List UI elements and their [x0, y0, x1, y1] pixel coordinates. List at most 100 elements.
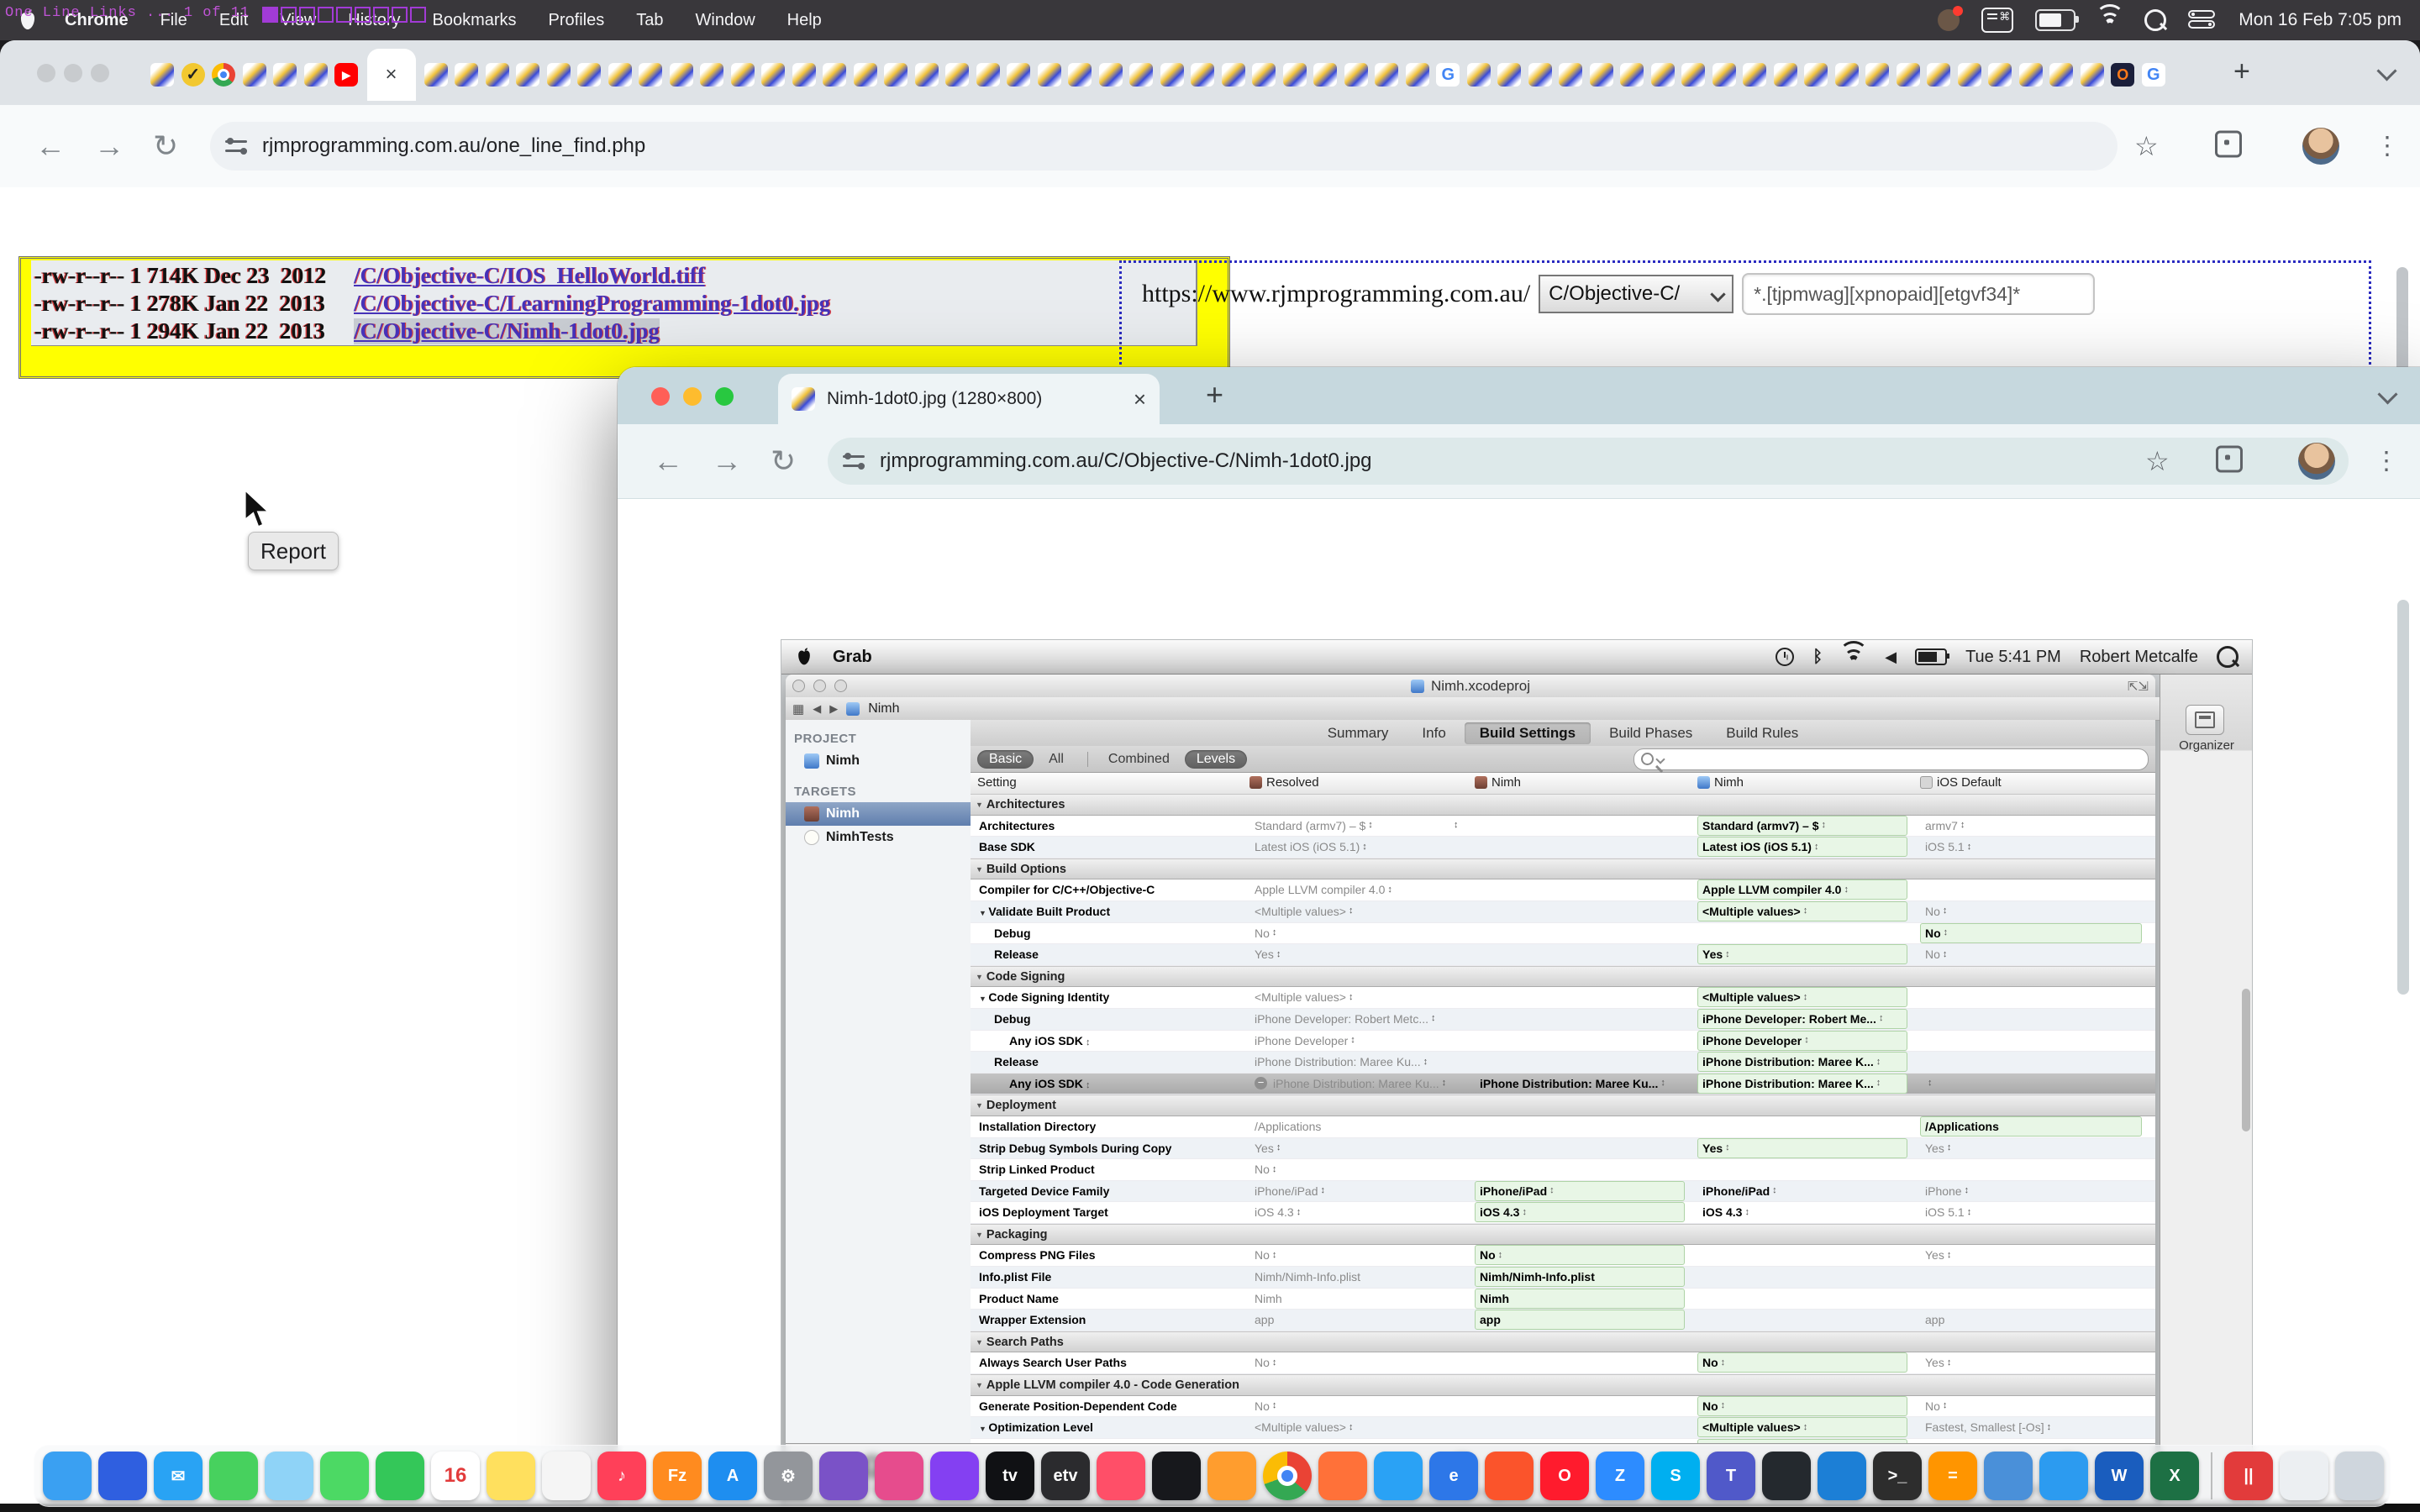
stepper-icon[interactable]: ↕: [1297, 1208, 1302, 1217]
setting-value-res[interactable]: <Multiple values>↕: [1255, 989, 1353, 1005]
wifi-icon[interactable]: [2097, 11, 2123, 29]
setting-row[interactable]: ReleaseiPhone Distribution: Maree Ku...↕…: [971, 1052, 2155, 1074]
setting-value-proj[interactable]: Latest iOS (iOS 5.1)↕: [1702, 838, 1818, 855]
browser-tab[interactable]: [1464, 50, 1495, 100]
setting-value-def[interactable]: Fastest, Smallest [-Os]↕: [1925, 1419, 2051, 1436]
profile-avatar[interactable]: [2298, 443, 2335, 480]
stepper-icon[interactable]: ↕: [1431, 1014, 1436, 1023]
close-window-button[interactable]: [37, 64, 55, 82]
stepper-icon[interactable]: ↕: [1965, 1186, 1970, 1195]
dock-item-safari[interactable]: [1374, 1452, 1423, 1500]
setting-value-tgt[interactable]: Nimh: [1480, 1290, 1509, 1307]
setting-row[interactable]: ArchitecturesStandard (armv7) – $↕Standa…: [971, 816, 2155, 837]
extensions-icon[interactable]: [2215, 131, 2242, 162]
browser-tab[interactable]: [421, 50, 452, 100]
setting-value-def[interactable]: iOS 5.1↕: [1925, 838, 1971, 855]
setting-row[interactable]: Compress PNG FilesNo↕No↕Yes↕: [971, 1245, 2155, 1267]
file-link[interactable]: /C/Objective-C/IOS_HelloWorld.tiff: [354, 263, 705, 289]
setting-value-tgt[interactable]: iPhone Distribution: Maree Ku...↕: [1480, 1075, 1665, 1092]
browser-tab[interactable]: [850, 50, 881, 100]
sidebar-target-nimhtests[interactable]: NimhTests: [786, 826, 971, 849]
browser-tab[interactable]: [789, 50, 820, 100]
stepper-icon[interactable]: ↕: [1822, 821, 1827, 830]
browser-tab[interactable]: [1832, 50, 1863, 100]
dock-item-news[interactable]: [1097, 1452, 1145, 1500]
stepper-icon[interactable]: ↕: [1943, 906, 1948, 916]
new-tab-button[interactable]: +: [2233, 55, 2250, 88]
stepper-icon[interactable]: ↕: [1947, 1251, 1952, 1260]
browser-tab[interactable]: [1801, 50, 1832, 100]
setting-value-res[interactable]: Latest iOS (iOS 5.1)↕: [1255, 838, 1367, 855]
dock-item-fz-app[interactable]: Fz: [653, 1452, 702, 1500]
browser-tab[interactable]: [635, 50, 666, 100]
stepper-icon[interactable]: ↕: [1387, 885, 1392, 895]
setting-value-proj[interactable]: Apple LLVM compiler 4.0↕: [1702, 881, 1849, 898]
dock-item-brave[interactable]: [1485, 1452, 1534, 1500]
forward-button[interactable]: →: [712, 446, 742, 476]
stepper-icon[interactable]: ↕: [1522, 1208, 1527, 1217]
setting-value-res[interactable]: −iPhone Distribution: Maree Ku...↕: [1255, 1075, 1446, 1092]
filter-segment-basic[interactable]: Basic: [977, 750, 1034, 769]
setting-value-def[interactable]: Yes↕: [1925, 1354, 1951, 1371]
browser-tab[interactable]: [1525, 50, 1556, 100]
browser-tab[interactable]: [1617, 50, 1648, 100]
setting-value-res[interactable]: Yes↕: [1255, 1140, 1281, 1157]
browser-tab[interactable]: [1310, 50, 1341, 100]
setting-row[interactable]: Wrapper Extensionappappapp: [971, 1310, 2155, 1331]
setting-row[interactable]: Info.plist FileNimh/Nimh-Info.plistNimh/…: [971, 1267, 2155, 1289]
section-header[interactable]: ▼Code Signing: [971, 966, 2155, 988]
browser-tab[interactable]: [1739, 50, 1770, 100]
stepper-icon[interactable]: ↕: [1362, 843, 1367, 852]
browser-tab[interactable]: [666, 50, 697, 100]
setting-value-res[interactable]: iPhone Developer: Robert Metc...↕: [1255, 1011, 1436, 1027]
active-tab[interactable]: Nimh-1dot0.jpg (1280×800) ×: [778, 374, 1160, 424]
column-header-nimh[interactable]: Nimh: [1697, 775, 1744, 790]
minimize-window-button[interactable]: [64, 64, 82, 82]
menubar-item-bookmarks[interactable]: Bookmarks: [417, 11, 533, 30]
browser-tab[interactable]: [1893, 50, 1924, 100]
setting-value-res[interactable]: <Multiple values>↕: [1255, 903, 1353, 920]
browser-tab[interactable]: [513, 50, 544, 100]
stepper-icon[interactable]: ↕: [1725, 950, 1730, 959]
setting-value-proj[interactable]: <Multiple values>↕: [1702, 1419, 1807, 1436]
browser-tab[interactable]: [1770, 50, 1802, 100]
inner-scrollbar-thumb[interactable]: [2397, 600, 2409, 995]
browser-tab[interactable]: [451, 50, 482, 100]
browser-tab[interactable]: [1065, 50, 1096, 100]
setting-value-def[interactable]: Yes↕: [1925, 1247, 1951, 1263]
dock-item-photo-booth[interactable]: [819, 1452, 868, 1500]
browser-tab[interactable]: [728, 50, 759, 100]
stepper-icon[interactable]: ↕: [1721, 1358, 1726, 1368]
setting-value-res[interactable]: <Multiple values>↕: [1255, 1419, 1353, 1436]
setting-value-def[interactable]: iOS 5.1↕: [1925, 1204, 1971, 1221]
setting-value-def[interactable]: armv7↕: [1925, 817, 1965, 834]
setting-value-res[interactable]: No↕: [1255, 925, 1276, 942]
setting-value-def[interactable]: No↕: [1925, 925, 1948, 942]
browser-tab[interactable]: [1862, 50, 1893, 100]
browser-tab[interactable]: [1218, 50, 1249, 100]
disclosure-triangle-icon[interactable]: ▼: [979, 909, 988, 917]
dock-item-reminders[interactable]: [542, 1452, 591, 1500]
setting-row[interactable]: ▼ Optimization Level<Multiple values>↕<M…: [971, 1417, 2155, 1439]
dock-item-launchpad[interactable]: [98, 1452, 147, 1500]
pattern-input[interactable]: *.[tjpmwag][xpnopaid][etgvf34]*: [1742, 273, 2095, 315]
stepper-icon[interactable]: ↕: [1350, 1036, 1355, 1045]
sidebar-target-nimh[interactable]: Nimh: [786, 802, 971, 826]
stepper-icon[interactable]: ↕: [1276, 1143, 1281, 1152]
filter-segment-combined[interactable]: Combined: [1097, 750, 1181, 769]
setting-value-res[interactable]: app: [1255, 1311, 1274, 1328]
zoom-window-button[interactable]: [715, 387, 734, 406]
stepper-icon[interactable]: ↕: [1814, 843, 1819, 852]
file-link[interactable]: /C/Objective-C/LearningProgramming-1dot0…: [354, 291, 830, 317]
outer-address-bar[interactable]: rjmprogramming.com.au/one_line_find.php: [210, 122, 2118, 171]
setting-value-proj[interactable]: No↕: [1702, 1398, 1725, 1415]
browser-tab[interactable]: [270, 50, 301, 100]
dock-item-finder[interactable]: [43, 1452, 92, 1500]
browser-tab[interactable]: [2016, 50, 2047, 100]
setting-row[interactable]: Installation Directory/Applications/Appl…: [971, 1116, 2155, 1138]
menu-kebab-icon[interactable]: ⋮: [2375, 132, 2400, 161]
section-header[interactable]: ▼Search Paths: [971, 1331, 2155, 1353]
setting-row[interactable]: ReleaseYes↕Yes↕No↕: [971, 944, 2155, 966]
xcode-tab-summary[interactable]: Summary: [1313, 722, 1404, 744]
stepper-icon[interactable]: ↕: [1083, 1080, 1091, 1090]
